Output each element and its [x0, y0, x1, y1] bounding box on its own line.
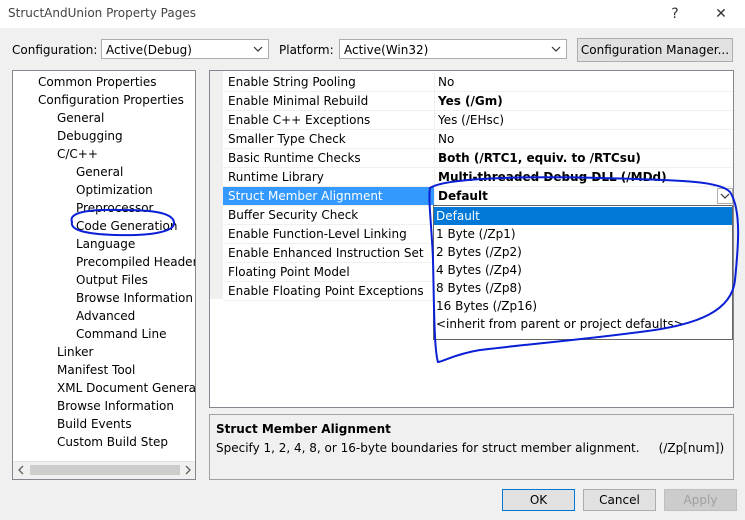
value-dropdown-button[interactable]: [717, 188, 733, 204]
grid-row-selected[interactable]: Struct Member Alignment Default: [223, 187, 733, 206]
property-value: Both (/RTC1, equiv. to /RTCsu): [438, 151, 641, 165]
column-divider: [434, 168, 435, 187]
grid-gutter: [210, 71, 223, 299]
configuration-value: Active(Debug): [106, 43, 192, 57]
column-divider: [434, 73, 435, 92]
chevron-down-icon: [720, 193, 730, 199]
column-divider: [434, 187, 435, 206]
grid-row[interactable]: Enable String Pooling No: [223, 73, 733, 92]
configuration-label: Configuration:: [12, 43, 98, 57]
close-button[interactable]: ✕: [706, 4, 736, 24]
property-name: Struct Member Alignment: [228, 189, 383, 203]
scrollbar-thumb[interactable]: [30, 465, 180, 475]
property-value: No: [438, 132, 455, 146]
tree-item-code-generation[interactable]: Code Generation: [76, 217, 177, 235]
property-name: Enable String Pooling: [228, 75, 356, 89]
alignment-dropdown-list[interactable]: Default 1 Byte (/Zp1) 2 Bytes (/Zp2) 4 B…: [433, 205, 733, 340]
tree-item-output-files[interactable]: Output Files: [76, 271, 148, 289]
dropdown-option-inherit[interactable]: <inherit from parent or project defaults…: [434, 315, 732, 333]
chevron-down-icon: [551, 46, 561, 52]
grid-row[interactable]: Enable C++ Exceptions Yes (/EHsc): [223, 111, 733, 130]
grid-row[interactable]: Runtime Library Multi-threaded Debug DLL…: [223, 168, 733, 187]
tree-item-advanced[interactable]: Advanced: [76, 307, 135, 325]
property-value: Multi-threaded Debug DLL (/MDd): [438, 170, 667, 184]
column-divider: [434, 149, 435, 168]
chevron-down-icon: [253, 46, 263, 52]
tree-item-browse-information[interactable]: Browse Information: [76, 289, 193, 307]
tree-item-language[interactable]: Language: [76, 235, 135, 253]
tree-item-command-line[interactable]: Command Line: [76, 325, 167, 343]
tree-item-general[interactable]: General: [57, 109, 104, 127]
property-value: Default: [438, 189, 488, 203]
column-divider: [434, 111, 435, 130]
configuration-manager-button[interactable]: Configuration Manager...: [577, 38, 733, 62]
configuration-select[interactable]: Active(Debug): [101, 39, 269, 59]
dropdown-option-zp2[interactable]: 2 Bytes (/Zp2): [434, 243, 732, 261]
grid-row[interactable]: Enable Minimal Rebuild Yes (/Gm): [223, 92, 733, 111]
scroll-left-icon[interactable]: [17, 465, 25, 475]
tree-item-manifest-tool[interactable]: Manifest Tool: [57, 361, 135, 379]
property-value: Yes (/Gm): [438, 94, 503, 108]
tree-item-linker[interactable]: Linker: [57, 343, 93, 361]
property-value: Yes (/EHsc): [438, 113, 505, 127]
title-bar: StructAndUnion Property Pages ? ✕: [0, 0, 745, 28]
tree-item-common-properties[interactable]: Common Properties: [38, 73, 157, 91]
grid-row[interactable]: Basic Runtime Checks Both (/RTC1, equiv.…: [223, 149, 733, 168]
property-name: Enable Enhanced Instruction Set: [228, 246, 424, 260]
property-name: Buffer Security Check: [228, 208, 359, 222]
property-name: Enable C++ Exceptions: [228, 113, 371, 127]
tree-item-configuration-properties[interactable]: Configuration Properties: [38, 91, 184, 109]
platform-select[interactable]: Active(Win32): [339, 39, 567, 59]
grid-row[interactable]: Smaller Type Check No: [223, 130, 733, 149]
dropdown-option-zp16[interactable]: 16 Bytes (/Zp16): [434, 297, 732, 315]
description-title: Struct Member Alignment: [216, 422, 391, 436]
tree-item-optimization[interactable]: Optimization: [76, 181, 153, 199]
scroll-right-icon[interactable]: [184, 465, 192, 475]
description-panel: Struct Member Alignment Specify 1, 2, 4,…: [209, 414, 734, 480]
platform-value: Active(Win32): [344, 43, 429, 57]
dropdown-option-zp8[interactable]: 8 Bytes (/Zp8): [434, 279, 732, 297]
tree-horizontal-scrollbar[interactable]: [13, 461, 195, 479]
column-divider: [434, 92, 435, 111]
tree-item-c-cpp[interactable]: C/C++: [57, 145, 98, 163]
column-divider: [434, 130, 435, 149]
apply-button[interactable]: Apply: [664, 489, 737, 511]
property-name: Enable Floating Point Exceptions: [228, 284, 424, 298]
window-title: StructAndUnion Property Pages: [8, 6, 196, 20]
property-name: Enable Minimal Rebuild: [228, 94, 369, 108]
property-name: Smaller Type Check: [228, 132, 346, 146]
property-name: Floating Point Model: [228, 265, 350, 279]
dropdown-option-zp4[interactable]: 4 Bytes (/Zp4): [434, 261, 732, 279]
cancel-button[interactable]: Cancel: [583, 489, 656, 511]
property-name: Enable Function-Level Linking: [228, 227, 407, 241]
help-button[interactable]: ?: [660, 4, 690, 24]
tree-item-precompiled-headers[interactable]: Precompiled Headers: [76, 253, 195, 271]
platform-label: Platform:: [279, 43, 334, 57]
tree-item-cpp-general[interactable]: General: [76, 163, 123, 181]
tree-item-debugging[interactable]: Debugging: [57, 127, 123, 145]
tree-item-build-events[interactable]: Build Events: [57, 415, 132, 433]
dropdown-option-default[interactable]: Default: [434, 207, 732, 225]
property-tree[interactable]: Common Properties Configuration Properti…: [12, 70, 196, 480]
ok-button[interactable]: OK: [502, 489, 575, 511]
tree-item-browse-information-2[interactable]: Browse Information: [57, 397, 174, 415]
property-name: Basic Runtime Checks: [228, 151, 361, 165]
property-value: No: [438, 75, 455, 89]
tree-item-preprocessor[interactable]: Preprocessor: [76, 199, 153, 217]
dropdown-option-zp1[interactable]: 1 Byte (/Zp1): [434, 225, 732, 243]
tree-item-xml-document-generator[interactable]: XML Document Generator: [57, 379, 195, 397]
description-text: Specify 1, 2, 4, 8, or 16-byte boundarie…: [216, 441, 725, 455]
property-name: Runtime Library: [228, 170, 324, 184]
tree-item-custom-build-step[interactable]: Custom Build Step: [57, 433, 168, 451]
